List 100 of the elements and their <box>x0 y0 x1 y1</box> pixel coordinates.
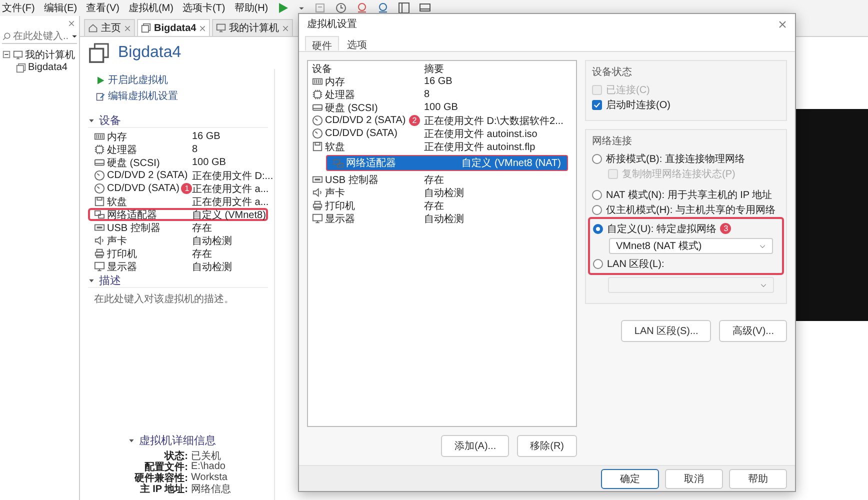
tab[interactable]: 我的计算机 <box>212 19 294 36</box>
close-icon[interactable] <box>282 24 290 32</box>
home-icon <box>88 23 98 33</box>
button[interactable]: 取消 <box>665 468 723 488</box>
search-field[interactable]: 在此处键入... <box>2 30 77 44</box>
checkbox-label: 启动时连接(O) <box>606 98 670 112</box>
button[interactable]: LAN 区段(S)... <box>621 320 712 342</box>
clock-icon[interactable] <box>335 2 348 14</box>
tab[interactable]: 选项 <box>341 36 373 51</box>
monitor-icon <box>312 213 323 224</box>
device-name: CD/DVD 2 (SATA) <box>107 170 188 181</box>
button[interactable]: 添加(A)... <box>441 435 510 457</box>
tree-item[interactable]: 我的计算机 <box>25 48 75 62</box>
device-summary: 存在 <box>424 174 444 186</box>
collapse-arrow-icon[interactable] <box>88 276 95 284</box>
description-hint[interactable]: 在此处键入对该虚拟机的描述。 <box>88 292 268 306</box>
collapse-arrow-icon[interactable] <box>88 116 95 124</box>
device-row[interactable]: 软盘 正在使用文件 autoinst.flp <box>310 140 574 153</box>
menu-item[interactable]: 帮助(H) <box>234 1 268 15</box>
action-link[interactable]: 编辑虚拟机设置 <box>96 89 268 103</box>
menu-item[interactable]: 查看(V) <box>86 1 120 15</box>
device-row[interactable]: 声卡 自动检测 <box>310 186 574 199</box>
radio-button[interactable] <box>592 154 602 164</box>
close-icon[interactable] <box>778 20 787 28</box>
menu-item[interactable]: 虚拟机(M) <box>128 1 174 15</box>
device-summary: 正在使用文件 autoinst.iso <box>424 128 538 140</box>
device-name: 软盘 <box>107 196 127 208</box>
tab[interactable]: 主页 <box>84 19 135 36</box>
button[interactable]: 确定 <box>601 468 659 488</box>
close-icon[interactable] <box>124 24 131 32</box>
device-name: 打印机 <box>107 248 137 260</box>
radio-button[interactable] <box>592 204 602 214</box>
device-name: CD/DVD (SATA) <box>107 183 180 194</box>
dropdown-arrow-icon[interactable] <box>71 33 78 40</box>
section-heading: 设备 <box>99 114 121 128</box>
device-row[interactable]: 网络适配器 自定义 (VMnet8 (NAT) <box>326 155 568 171</box>
device-name: 显示器 <box>325 212 355 226</box>
device-summary: 100 GB <box>424 102 458 113</box>
device-name: USB 控制器 <box>325 174 378 186</box>
close-icon[interactable] <box>199 24 206 32</box>
device-row[interactable]: CD/DVD 2 (SATA) 2 正在使用文件 D:\大数据软件2... <box>310 114 574 127</box>
chip-icon <box>312 89 323 100</box>
monitor-icon <box>216 23 226 33</box>
radio-button[interactable] <box>592 190 602 200</box>
device-name: 内存 <box>325 76 345 88</box>
checkbox[interactable] <box>592 100 602 110</box>
device-name: 硬盘 (SCSI) <box>325 102 378 114</box>
collapse-arrow-icon[interactable] <box>128 437 135 444</box>
device-summary: 正在使用文件 a... <box>192 182 269 196</box>
device-summary: 8 <box>192 144 198 155</box>
device-row[interactable]: 硬盘 (SCSI) 100 GB <box>310 101 574 114</box>
device-summary: 存在 <box>192 248 212 260</box>
button[interactable]: 移除(R) <box>517 435 577 457</box>
printer-icon <box>312 200 323 211</box>
device-row[interactable]: 处理器 8 <box>310 88 574 101</box>
device-summary: 自动检测 <box>424 212 464 226</box>
speaker-icon <box>312 187 323 198</box>
disc-icon <box>312 115 323 126</box>
detail-label: 配置文件: <box>144 460 188 472</box>
device-name: 声卡 <box>107 234 127 248</box>
vm-icon <box>88 42 110 64</box>
sidebar-layout-icon[interactable] <box>398 2 410 14</box>
device-row[interactable]: CD/DVD (SATA) 正在使用文件 autoinst.iso <box>310 127 574 140</box>
action-link[interactable]: 开启此虚拟机 <box>96 73 268 87</box>
device-name: CD/DVD (SATA) <box>325 128 398 139</box>
menu-item[interactable]: 编辑(E) <box>44 1 78 15</box>
device-row[interactable]: 打印机 存在 <box>310 199 574 212</box>
edit-icon <box>96 92 105 100</box>
window-icon[interactable] <box>314 2 326 14</box>
close-icon[interactable] <box>68 20 75 26</box>
play-icon <box>96 76 105 84</box>
console-view-icon[interactable] <box>419 2 432 14</box>
device-summary: 正在使用文件 D:\大数据软件2... <box>424 114 564 128</box>
check-icon <box>593 100 601 108</box>
disc-icon <box>312 128 323 139</box>
radio-button[interactable] <box>593 258 603 268</box>
device-row[interactable]: 显示器 自动检测 <box>310 212 574 225</box>
device-name: 声卡 <box>325 186 345 200</box>
detail-label: 主 IP 地址: <box>138 482 188 496</box>
checkbox-label: 复制物理网络连接状态(P) <box>622 168 736 180</box>
device-row[interactable]: 内存 16 GB <box>310 75 574 88</box>
device-summary: 自动检测 <box>192 234 232 248</box>
button[interactable]: 帮助 <box>729 468 787 488</box>
printer-icon <box>94 248 105 259</box>
usb-icon <box>312 174 323 185</box>
device-row[interactable]: USB 控制器 存在 <box>310 173 574 186</box>
menu-item[interactable]: 选项卡(T) <box>182 1 226 15</box>
detail-value: Worksta <box>191 472 228 483</box>
menu-item[interactable]: 文件(F) <box>2 1 35 15</box>
collapse-icon[interactable] <box>2 50 11 59</box>
radio-button[interactable] <box>593 224 603 234</box>
tree-item[interactable]: Bigdata4 <box>28 62 68 73</box>
button[interactable]: 高级(V)... <box>719 320 787 342</box>
dropdown[interactable]: VMnet8 (NAT 模式) <box>609 238 773 254</box>
device-summary: 正在使用文件 autoinst.flp <box>424 140 536 154</box>
play-icon[interactable] <box>277 2 290 14</box>
speaker-icon <box>94 235 105 246</box>
tab[interactable]: 硬件 <box>305 36 339 51</box>
number-badge: 3 <box>720 223 732 234</box>
tab[interactable]: Bigdata4 <box>137 19 210 36</box>
